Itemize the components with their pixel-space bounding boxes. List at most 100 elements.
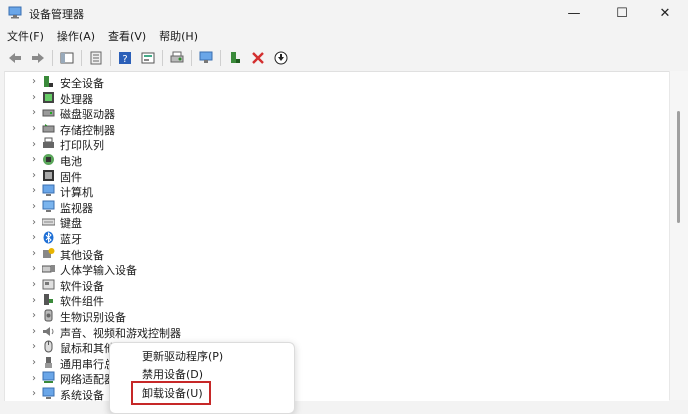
device-manager-icon [8,6,22,19]
window-title: 设备管理器 [29,8,84,21]
chevron-right-icon[interactable]: › [29,324,39,340]
menu-help[interactable]: 帮助(H) [152,28,204,44]
tree-item-label: 安全设备 [60,77,104,90]
tree-item-system-device[interactable]: › 系统设备 [5,386,665,401]
tree-item-usb[interactable]: › 通用串行总 [5,355,665,371]
chevron-right-icon[interactable]: › [29,355,39,371]
tree-item-biometric[interactable]: › 生物识别设备 [5,308,665,324]
chevron-right-icon[interactable]: › [29,230,39,246]
tree-item-battery[interactable]: › 电池 [5,152,665,168]
forward-arrow-icon[interactable] [29,49,47,67]
tree-item-label: 处理器 [60,92,93,106]
security-device-icon [41,75,55,88]
tree-item-label: 磁盘驱动器 [60,108,115,122]
chevron-right-icon[interactable]: › [29,277,39,293]
chevron-right-icon[interactable]: › [29,74,39,90]
tree-item-bluetooth[interactable]: › 蓝牙 [5,230,665,246]
chevron-right-icon[interactable]: › [29,308,39,324]
tree-item-label: 计算机 [60,186,93,200]
tree-item-label: 通用串行总 [60,357,115,371]
hid-icon [41,262,55,275]
tree-item-label: 网络适配器 [60,373,115,387]
chevron-right-icon[interactable]: › [29,90,39,106]
tree-item-network-adapter[interactable]: › 网络适配器 [5,370,665,386]
software-device-icon [41,278,55,291]
monitor-scan-icon[interactable] [197,49,215,67]
tree-item-printer[interactable]: › 打印队列 [5,136,665,152]
chevron-right-icon[interactable]: › [29,168,39,184]
chevron-right-icon[interactable]: › [29,183,39,199]
chevron-right-icon[interactable]: › [29,152,39,168]
tree-item-monitor[interactable]: › 监视器 [5,199,665,215]
tree-item-hid[interactable]: › 人体学输入设备 [5,261,665,277]
highlight-box [131,381,211,405]
svg-text:?: ? [122,54,127,65]
help-icon[interactable]: ? [116,49,134,67]
tree-item-processor[interactable]: › 处理器 [5,90,665,106]
chevron-right-icon[interactable]: › [29,105,39,121]
show-hide-pane-icon[interactable] [58,49,76,67]
tree-item-mouse[interactable]: › 鼠标和其他 [5,339,665,355]
tree-item-label: 生物识别设备 [60,310,126,324]
tree-item-storage-controller[interactable]: › 存储控制器 [5,121,665,137]
menu-bar: 文件(F) 操作(A) 查看(V) 帮助(H) [0,28,688,44]
battery-icon [41,153,55,166]
add-driver-icon[interactable] [226,49,244,67]
tree-item-sound[interactable]: › 声音、视频和游戏控制器 [5,324,665,340]
chevron-right-icon[interactable]: › [29,246,39,262]
menu-view[interactable]: 查看(V) [101,28,152,44]
keyboard-icon [41,215,55,228]
menu-file[interactable]: 文件(F) [0,28,50,44]
tree-item-software-component[interactable]: › 软件组件 [5,292,665,308]
chevron-right-icon[interactable]: › [29,292,39,308]
tree-item-label: 固件 [60,170,82,184]
scrollbar-thumb[interactable] [677,111,680,223]
menu-item-label: 禁用设备(D) [142,368,204,381]
chevron-right-icon[interactable]: › [29,214,39,230]
sound-icon [41,325,55,338]
chevron-right-icon[interactable]: › [29,370,39,386]
system-device-icon [41,387,55,400]
chevron-right-icon[interactable]: › [29,261,39,277]
menu-action[interactable]: 操作(A) [50,28,101,44]
toolbar-separator [52,50,53,66]
back-arrow-icon[interactable] [6,49,24,67]
tree-item-computer[interactable]: › 计算机 [5,183,665,199]
tree-item-security-device[interactable]: › 安全设备 [5,74,665,90]
update-driver-down-icon[interactable] [272,49,290,67]
title-bar: 设备管理器 — ☐ ✕ [0,0,688,26]
properties-icon[interactable] [87,49,105,67]
vertical-scrollbar[interactable] [669,71,688,400]
tree-item-label: 监视器 [60,201,93,215]
tree-item-software-device[interactable]: › 软件设备 [5,277,665,293]
tree-item-label: 蓝牙 [60,232,82,246]
storage-controller-icon [41,122,55,135]
minimize-button[interactable]: — [551,0,597,26]
biometric-icon [41,309,55,322]
chevron-right-icon[interactable]: › [29,121,39,137]
toolbar-separator [81,50,82,66]
tree-item-disk-drive[interactable]: › 磁盘驱动器 [5,105,665,121]
firmware-icon [41,169,55,182]
chevron-right-icon[interactable]: › [29,339,39,355]
network-adapter-icon [41,371,55,384]
tree-item-label: 声音、视频和游戏控制器 [60,326,181,340]
tree-item-label: 其他设备 [60,248,104,262]
tree-item-other-device[interactable]: › 其他设备 [5,246,665,262]
other-device-icon [41,247,55,260]
chevron-right-icon[interactable]: › [29,136,39,152]
chevron-right-icon[interactable]: › [29,199,39,215]
tree-item-label: 软件组件 [60,295,104,309]
uninstall-x-icon[interactable] [249,49,267,67]
print-icon[interactable] [168,49,186,67]
maximize-button[interactable]: ☐ [599,0,645,26]
toolbar: ? [0,47,688,69]
chevron-right-icon[interactable]: › [29,386,39,401]
close-button[interactable]: ✕ [642,0,688,26]
context-menu: 更新驱动程序(P) 禁用设备(D) 卸载设备(U) [109,342,295,414]
view-icon[interactable] [139,49,157,67]
tree-item-keyboard[interactable]: › 键盘 [5,214,665,231]
tree-item-firmware[interactable]: › 固件 [5,168,665,184]
menu-item-update-driver[interactable]: 更新驱动程序(P) [110,347,294,365]
device-tree-pane[interactable]: › 安全设备 › 处理器 › 磁盘驱动器 › 存储控制器 › 打印队列 › 电池 [4,71,669,401]
